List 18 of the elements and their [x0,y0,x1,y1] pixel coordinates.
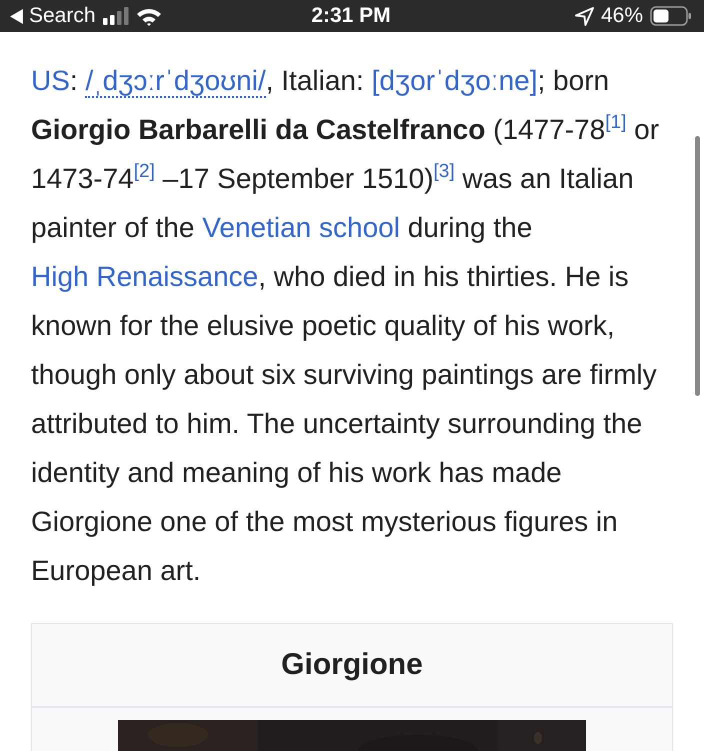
pronunciation-link[interactable]: /ˌdʒɔːrˈdʒoʊni/ [85,65,266,98]
wifi-icon [136,6,162,26]
article-link[interactable]: Venetian school [202,212,400,243]
reference-link[interactable]: [1] [605,112,626,133]
article-link[interactable]: High Renaissance [31,261,258,292]
article-paragraph: US: /ˌdʒɔːrˈdʒoʊni/, Italian: [dʒorˈdʒoːne]; born Giorgio Barbarelli da Castelfranco (1477-78$^{[1]}$ or 1473-74$^{[2]}$ –17 September 1510)$^{[3]}$ was an Italian painter of the Venetian school during the High Renaissance, who died in his thirties. He is known for the elusive poetic quality of his work, though only about six surviving paintings are firmly attributed to him. The uncertainty surrounding the identity and meaning of his work has made Giorgione one of the most mysterious figures in European art. [31,64,660,588]
battery-percent: 46% [600,4,643,28]
article-link[interactable]: [dʒorˈdʒoːne] [372,65,538,96]
article-link[interactable]: US [31,65,70,96]
reference-link[interactable]: [3] [434,161,455,182]
battery-icon [650,6,692,26]
location-arrow-icon [574,6,594,26]
signal-icon [102,7,129,25]
back-arrow-icon [10,8,23,24]
reference-link[interactable]: [2] [134,161,155,182]
infobox-title: Giorgione [281,648,423,682]
back-button[interactable]: Search [10,4,96,28]
clock-time: 2:31 PM [311,4,391,28]
